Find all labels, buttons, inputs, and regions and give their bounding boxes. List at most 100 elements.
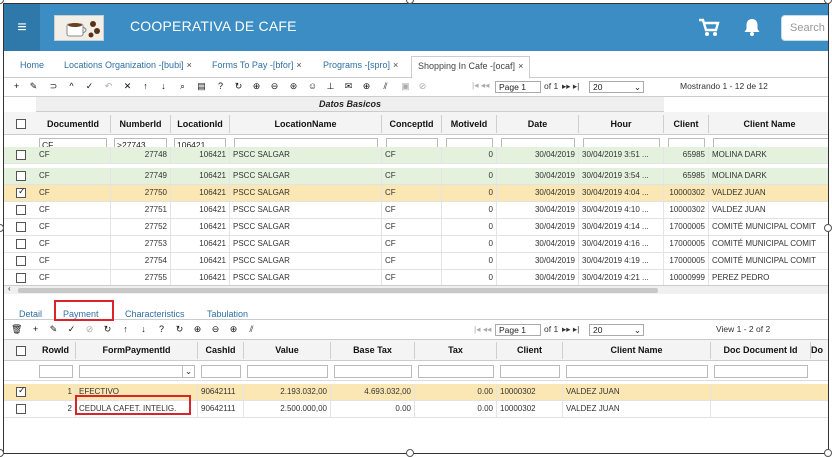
row-checkbox[interactable] xyxy=(16,186,26,198)
clear-icon[interactable]: ⊃ xyxy=(48,81,59,92)
table-row[interactable]: CF 27748 106421 PSCC SALGAR CF 0 30/04/2019 30/… xyxy=(4,147,828,164)
add-icon[interactable]: + xyxy=(30,324,41,335)
cancel-icon[interactable]: ⊘ xyxy=(84,324,95,335)
column-header[interactable]: ConceptId xyxy=(382,115,442,133)
zoom-in-icon[interactable]: ⊕ xyxy=(251,81,262,92)
column-header[interactable]: Client xyxy=(664,115,709,133)
column-header[interactable]: Doc Document Id xyxy=(711,342,811,359)
row-checkbox[interactable] xyxy=(16,256,26,266)
tax-filter[interactable] xyxy=(418,365,494,378)
cart-icon[interactable] xyxy=(698,18,720,40)
column-header[interactable]: Client xyxy=(497,342,563,359)
add-icon[interactable]: + xyxy=(11,81,22,92)
subtab-detail[interactable]: Detail xyxy=(19,309,42,319)
next-page-icon[interactable]: ▸▸ ▸| xyxy=(562,81,579,92)
doc-document-filter[interactable] xyxy=(714,365,808,378)
user-icon[interactable]: ☺ xyxy=(307,81,318,92)
help-icon[interactable]: ? xyxy=(215,81,226,92)
table-row[interactable]: CF 27753 106421 PSCC SALGAR CF 0 30/04/2019 30/… xyxy=(4,236,828,253)
zoom-out-icon[interactable]: ⊖ xyxy=(210,324,221,335)
table-row[interactable]: CF 27751 106421 PSCC SALGAR CF 0 30/04/2019 30/… xyxy=(4,202,828,219)
resize-handle[interactable] xyxy=(824,449,832,457)
client-filter[interactable] xyxy=(500,365,560,378)
page-input[interactable]: Page 1 xyxy=(495,81,541,93)
subtab-characteristics[interactable]: Characteristics xyxy=(125,309,185,319)
tab-forms-to-pay[interactable]: Forms To Pay -[bfor] × xyxy=(212,60,302,70)
plus-circle-icon[interactable]: ⊕ xyxy=(361,81,372,92)
tab-home[interactable]: Home xyxy=(20,60,44,70)
move-down-icon[interactable]: ↓ xyxy=(158,81,169,92)
column-header[interactable]: NumberId xyxy=(111,115,171,133)
horizontal-scrollbar[interactable]: ‹ xyxy=(4,284,828,294)
filter-icon[interactable]: ⊛ xyxy=(288,81,299,92)
form-payment-filter[interactable]: ⌄ xyxy=(79,365,195,378)
page-size-select[interactable]: 20 ⌄ xyxy=(589,81,644,93)
move-up-icon[interactable]: ↑ xyxy=(120,324,131,335)
close-icon[interactable]: × xyxy=(518,61,523,71)
check-icon[interactable]: ✓ xyxy=(84,81,95,92)
refresh-icon[interactable]: ↻ xyxy=(102,324,113,335)
first-page-icon[interactable]: |◂ ◂◂ xyxy=(474,324,491,335)
select-all-checkbox[interactable] xyxy=(16,346,26,356)
column-header[interactable]: MotiveId xyxy=(442,115,497,133)
row-checkbox[interactable] xyxy=(16,239,26,249)
next-page-icon[interactable]: ▸▸ ▸| xyxy=(562,324,579,335)
column-header[interactable]: Value xyxy=(244,342,331,359)
row-checkbox[interactable] xyxy=(16,205,26,215)
save-icon[interactable]: ▣ xyxy=(400,81,411,92)
subtab-tabulation[interactable]: Tabulation xyxy=(207,309,248,319)
row-checkbox[interactable] xyxy=(16,273,26,283)
column-header[interactable]: Do xyxy=(811,342,828,359)
menu-icon[interactable]: ≡ xyxy=(4,4,40,51)
column-header[interactable]: CashId xyxy=(198,342,244,359)
check-icon[interactable]: ✓ xyxy=(66,324,77,335)
row-checkbox[interactable] xyxy=(16,150,26,160)
tab-locations-organization[interactable]: Locations Organization -[bubi] × xyxy=(64,60,192,70)
row-checkbox[interactable] xyxy=(16,171,26,181)
table-row[interactable]: CF 27752 106421 PSCC SALGAR CF 0 30/04/2019 30/… xyxy=(4,219,828,236)
value-filter[interactable] xyxy=(247,365,328,378)
up-arrow-icon[interactable]: ^ xyxy=(66,81,77,92)
search-icon[interactable]: ⌕ xyxy=(177,81,188,92)
column-header[interactable]: RowId xyxy=(36,342,76,359)
resize-handle[interactable] xyxy=(824,224,832,232)
chevron-down-icon[interactable]: ⌄ xyxy=(182,365,194,377)
column-header[interactable]: Client Name xyxy=(709,115,828,133)
plus-circle-icon[interactable]: ⊕ xyxy=(228,324,239,335)
zoom-in-icon[interactable]: ⊕ xyxy=(192,324,203,335)
close-icon[interactable]: × xyxy=(296,60,301,70)
resize-icon[interactable]: ⫽ xyxy=(380,81,391,92)
resize-handle[interactable] xyxy=(406,449,414,457)
zoom-out-icon[interactable]: ⊖ xyxy=(269,81,280,92)
help-icon[interactable]: ? xyxy=(156,324,167,335)
close-icon[interactable]: × xyxy=(187,60,192,70)
pin-icon[interactable]: ⊥ xyxy=(325,81,336,92)
trash-icon[interactable]: 🗑 xyxy=(11,324,22,335)
undo-icon[interactable]: ↶ xyxy=(103,81,114,92)
reload-icon[interactable]: ↻ xyxy=(174,324,185,335)
scroll-left-icon[interactable]: ‹ xyxy=(8,284,11,293)
row-checkbox[interactable] xyxy=(16,404,26,414)
edit-icon[interactable]: ✎ xyxy=(48,324,59,335)
print-icon[interactable]: ▤ xyxy=(196,81,207,92)
search-input[interactable]: Search xyxy=(781,15,828,41)
tab-programs[interactable]: Programs -[spro] × xyxy=(323,60,398,70)
mail-icon[interactable]: ✉ xyxy=(343,81,354,92)
column-header[interactable]: Tax xyxy=(415,342,497,359)
delete-icon[interactable]: ✕ xyxy=(122,81,133,92)
resize-handle[interactable] xyxy=(824,0,832,4)
row-checkbox[interactable] xyxy=(16,222,26,232)
table-row[interactable]: CF 27754 106421 PSCC SALGAR CF 0 30/04/2019 30/… xyxy=(4,253,828,270)
base-tax-filter[interactable] xyxy=(334,365,412,378)
edit-icon[interactable]: ✎ xyxy=(28,81,39,92)
column-header[interactable]: Hour xyxy=(579,115,664,133)
move-up-icon[interactable]: ↑ xyxy=(140,81,151,92)
row-id-filter[interactable] xyxy=(39,365,73,378)
column-header[interactable]: FormPaymentId xyxy=(76,342,198,359)
column-header[interactable]: LocationName xyxy=(230,115,382,133)
page-input[interactable]: Page 1 xyxy=(495,324,541,336)
move-down-icon[interactable]: ↓ xyxy=(138,324,149,335)
column-header[interactable]: Client Name xyxy=(563,342,711,359)
resize-icon[interactable]: ⫽ xyxy=(246,324,257,335)
page-size-select[interactable]: 20 ⌄ xyxy=(589,324,644,336)
